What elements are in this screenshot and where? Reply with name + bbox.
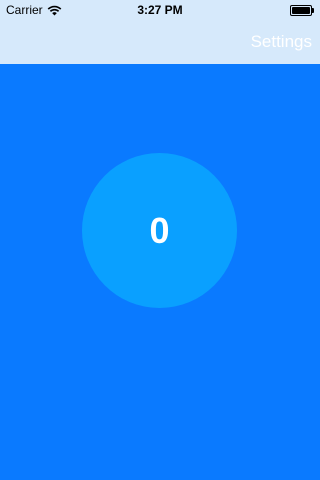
status-time: 3:27 PM [137,3,183,17]
top-bar: Carrier 3:27 PM Settings [0,0,320,64]
battery-icon [290,5,314,16]
battery-fill [292,7,310,14]
battery-body [290,5,312,16]
app-screen: Carrier 3:27 PM Settings 0 [0,0,320,480]
status-bar: Carrier 3:27 PM [0,0,320,20]
counter-value: 0 [149,209,170,251]
battery-tip [312,8,314,13]
settings-button[interactable]: Settings [251,32,312,52]
counter-button[interactable]: 0 [82,153,237,308]
